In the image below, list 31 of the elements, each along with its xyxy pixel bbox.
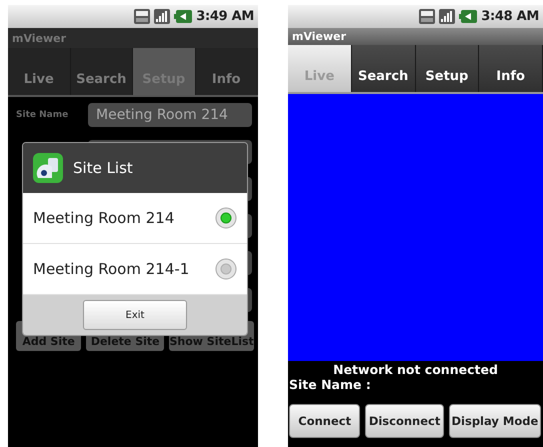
battery-icon xyxy=(459,10,478,23)
app-title: mViewer xyxy=(12,32,66,44)
network-type-icon xyxy=(134,9,150,24)
tab[interactable]: Info xyxy=(196,48,258,95)
tab[interactable]: Setup xyxy=(416,45,480,92)
network-type-icon xyxy=(419,9,436,24)
app-icon xyxy=(33,153,63,183)
button[interactable]: Disconnect xyxy=(365,404,444,438)
tab[interactable]: Info xyxy=(479,45,543,92)
signal-icon xyxy=(154,9,170,24)
exit-button[interactable]: Exit xyxy=(83,300,187,330)
button[interactable]: Connect xyxy=(289,404,360,438)
status-time: 3:48 AM xyxy=(481,9,539,24)
battery-icon xyxy=(174,10,192,23)
status-time: 3:49 AM xyxy=(196,9,254,24)
radio-button[interactable] xyxy=(215,207,237,229)
site-list-item[interactable]: Meeting Room 214-1 xyxy=(23,244,247,295)
radio-button[interactable] xyxy=(215,258,237,280)
dialog-title: Site List xyxy=(73,159,133,177)
app-title: mViewer xyxy=(292,30,346,43)
field-label: Site Name xyxy=(16,110,70,120)
network-status: Network not connected xyxy=(332,361,499,377)
tab[interactable]: Search xyxy=(70,48,133,95)
button[interactable]: Display Mode xyxy=(448,404,541,438)
site-name: Meeting Room 214-1 xyxy=(33,260,190,278)
site-name: Meeting Room 214 xyxy=(33,209,174,227)
site-list-item[interactable]: Meeting Room 214 xyxy=(23,193,247,244)
site-name-label: Site Name : xyxy=(288,377,372,392)
site-name-field[interactable]: Meeting Room 214 xyxy=(88,103,252,127)
tab[interactable]: Search xyxy=(352,45,416,92)
signal-icon xyxy=(439,9,456,24)
